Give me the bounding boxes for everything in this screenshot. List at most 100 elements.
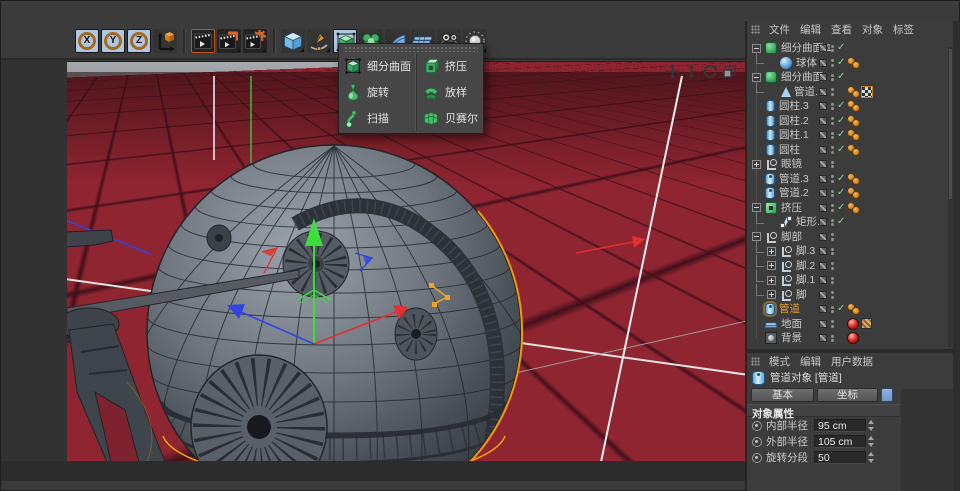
layer-toggle[interactable] [819,175,827,183]
om-menu-标签[interactable]: 标签 [893,22,914,37]
object-manager-scrollbar[interactable] [948,47,953,347]
layer-toggle[interactable] [819,189,827,197]
layer-toggle[interactable] [819,204,827,212]
layer-toggle[interactable] [819,247,827,255]
object-row-null-object[interactable]: 脚.1 [747,273,953,288]
enable-checkmark[interactable]: ✓ [837,71,845,83]
tab-基本[interactable]: 基本 [751,388,814,402]
object-row-spline-rectangle[interactable]: 矩形.2 ✓ [747,215,953,230]
property-value-input[interactable]: 95 cm [814,419,866,432]
object-row-null-object[interactable]: 脚部 [747,230,953,245]
value-stepper[interactable] [867,419,876,432]
visibility-dots[interactable] [831,333,834,344]
visibility-dots[interactable] [831,101,834,112]
expander-toggle[interactable] [752,160,761,169]
material-tag-icon[interactable] [847,332,859,344]
menu-item-sweep[interactable]: 扫描 [339,105,416,131]
tab-partial[interactable] [881,388,893,402]
enable-checkmark[interactable]: ✓ [837,216,845,228]
phong-tag-icon[interactable] [847,129,859,141]
layer-toggle[interactable] [819,59,827,67]
material-tag-icon[interactable] [847,318,859,330]
lock-x-axis-button[interactable]: X [75,29,99,53]
menu-item-lathe[interactable]: 旋转 [339,79,416,105]
menu-item-bezier[interactable]: 贝赛尔 [417,105,483,131]
enable-checkmark[interactable]: ✓ [837,202,845,214]
enable-checkmark[interactable]: ✓ [837,115,845,127]
visibility-dots[interactable] [831,232,834,243]
enable-checkmark[interactable]: ✓ [837,57,845,69]
object-row-tube[interactable]: 管道.2 ✓ [747,186,953,201]
visibility-dots[interactable] [831,304,834,315]
render-to-picture-viewer-button[interactable] [217,29,241,53]
layer-toggle[interactable] [819,276,827,284]
property-value-input[interactable]: 105 cm [814,435,866,448]
value-stepper[interactable] [867,435,876,448]
object-row-subdivision-surface[interactable]: 细分曲面 ✓ [747,70,953,85]
layer-toggle[interactable] [819,73,827,81]
layer-toggle[interactable] [819,131,827,139]
key-radio-icon[interactable] [752,437,762,447]
property-value-input[interactable]: 50 [814,451,866,464]
expander-toggle[interactable] [767,290,776,299]
visibility-dots[interactable] [831,203,834,214]
object-row-null-object[interactable]: 脚.2 [747,259,953,274]
object-row-null-object[interactable]: 眼镜 [747,157,953,172]
add-spline-pen-button[interactable] [307,29,331,53]
key-radio-icon[interactable] [752,421,762,431]
key-radio-icon[interactable] [752,453,762,463]
object-row-floor[interactable]: 地面 [747,317,953,332]
phong-tag-icon[interactable] [847,173,859,185]
object-row-extrude[interactable]: 挤压 ✓ [747,201,953,216]
visibility-dots[interactable] [831,174,834,185]
menu-tear-off-strip[interactable] [344,46,478,52]
phong-tag-icon[interactable] [847,303,859,315]
object-row-background[interactable]: 背景 [747,331,953,346]
enable-checkmark[interactable]: ✓ [837,144,845,156]
lock-z-axis-button[interactable]: Z [127,29,151,53]
enable-checkmark[interactable]: ✓ [837,129,845,141]
phong-tag-icon[interactable] [847,115,859,127]
panel-grip-icon[interactable] [751,25,760,34]
layer-toggle[interactable] [819,334,827,342]
layer-toggle[interactable] [819,88,827,96]
layer-toggle[interactable] [819,233,827,241]
layer-toggle[interactable] [819,218,827,226]
object-row-tube[interactable]: 管道.3 ✓ [747,172,953,187]
pan-icon[interactable] [665,64,680,79]
dolly-icon[interactable] [684,64,699,79]
enable-checkmark[interactable]: ✓ [837,42,845,54]
phong-tag-icon[interactable] [847,202,859,214]
layer-toggle[interactable] [819,305,827,313]
lock-y-axis-button[interactable]: Y [101,29,125,53]
phong-tag-icon[interactable] [847,187,859,199]
visibility-dots[interactable] [831,275,834,286]
layer-toggle[interactable] [819,102,827,110]
phong-tag-icon[interactable] [847,86,859,98]
expander-toggle[interactable] [767,247,776,256]
object-row-null-object[interactable]: 脚.3 [747,244,953,259]
maximize-icon[interactable] [722,64,737,79]
phong-tag-icon[interactable] [847,57,859,69]
layer-toggle[interactable] [819,160,827,168]
object-row-subdivision-surface[interactable]: 细分曲面.1 ✓ [747,41,953,56]
object-row-null-object[interactable]: 脚 [747,288,953,303]
texture-tag-icon[interactable] [861,318,872,329]
visibility-dots[interactable] [831,188,834,199]
rotate-icon[interactable] [703,64,718,79]
om-menu-对象[interactable]: 对象 [862,22,883,37]
expander-toggle[interactable] [767,261,776,270]
layer-toggle[interactable] [819,117,827,125]
visibility-dots[interactable] [831,43,834,54]
menu-item-subdivision-surface[interactable]: 细分曲面 [339,53,416,79]
render-view-button[interactable] [191,29,215,53]
visibility-dots[interactable] [831,130,834,141]
enable-checkmark[interactable]: ✓ [837,303,845,315]
phong-tag-icon[interactable] [847,144,859,156]
visibility-dots[interactable] [831,72,834,83]
coordinate-system-button[interactable] [153,29,177,53]
value-stepper[interactable] [867,451,876,464]
layer-toggle[interactable] [819,291,827,299]
am-menu-用户数据[interactable]: 用户数据 [831,354,873,369]
om-menu-文件[interactable]: 文件 [769,22,790,37]
